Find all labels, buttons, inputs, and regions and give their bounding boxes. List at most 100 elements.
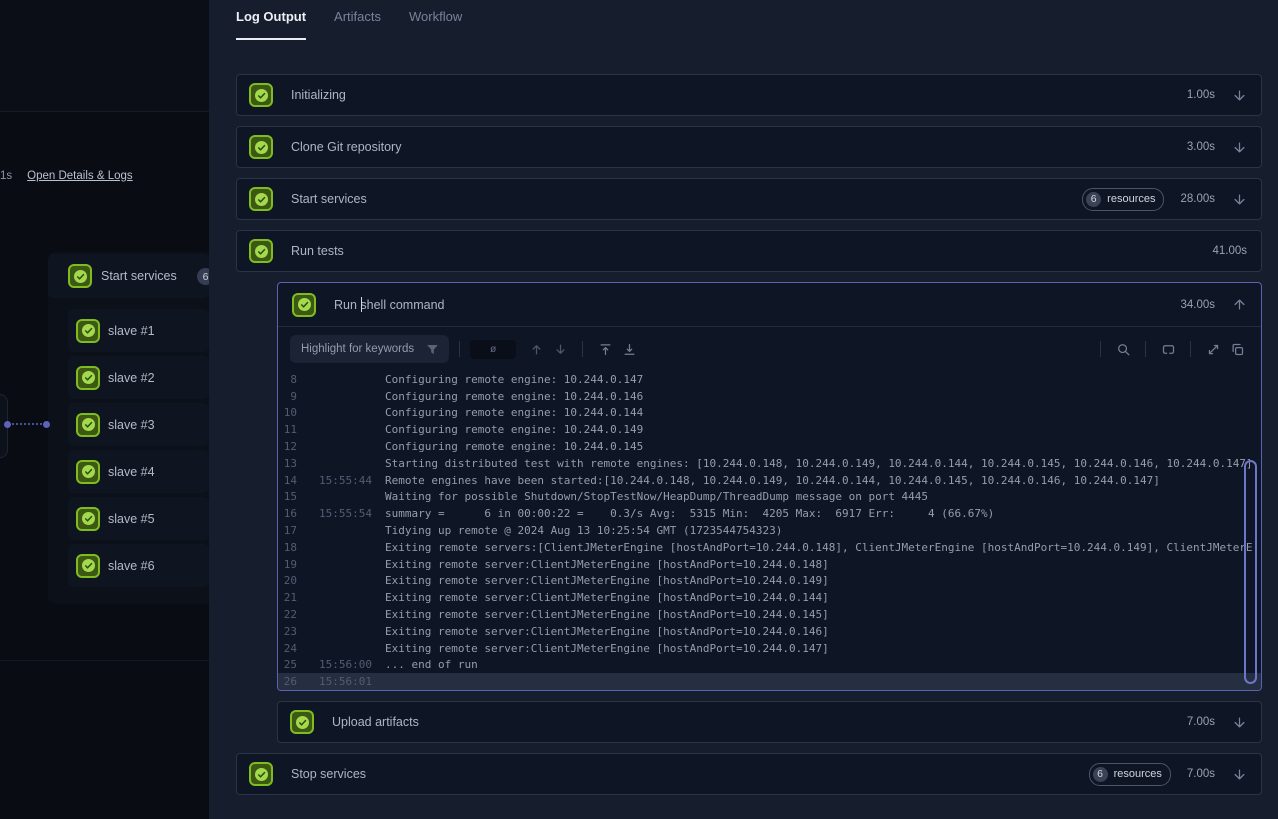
resources-label: resources (1107, 193, 1155, 205)
scroll-to-top-button[interactable] (593, 337, 617, 361)
log-line-number: 16 (278, 507, 297, 520)
toolbar-divider (1100, 341, 1101, 357)
node-label: slave #3 (108, 418, 155, 432)
node-count-badge: 6 (197, 268, 209, 285)
tab-workflow[interactable]: Workflow (409, 9, 462, 40)
scroll-to-bottom-button[interactable] (617, 337, 641, 361)
diagram-header-area (0, 0, 209, 112)
chevron-down-icon[interactable] (1231, 139, 1247, 155)
log-line: 17 Tidying up remote @ 2024 Aug 13 10:25… (278, 522, 1261, 539)
search-icon[interactable] (1111, 337, 1135, 361)
log-text: Tidying up remote @ 2024 Aug 13 10:25:54… (385, 524, 1261, 537)
workflow-execution-screen: 1s Open Details & Logs Start services 6 … (0, 0, 1278, 819)
match-counter: ø (470, 340, 516, 359)
duration-label: 3.00s (1187, 141, 1215, 153)
node-label: slave #6 (108, 559, 155, 573)
open-details-logs-link[interactable]: Open Details & Logs (27, 170, 132, 182)
log-line-number: 20 (278, 574, 297, 587)
expand-fullscreen-icon[interactable] (1201, 337, 1225, 361)
log-line-number: 23 (278, 625, 297, 638)
status-success-icon (76, 507, 100, 531)
resources-label: resources (1114, 768, 1162, 780)
log-toolbar: Highlight for keywords ø (278, 327, 1261, 371)
section-initializing[interactable]: Initializing 1.00s (236, 74, 1262, 116)
log-line: 14 15:55:44 Remote engines have been sta… (278, 472, 1261, 489)
chevron-down-icon[interactable] (1231, 766, 1247, 782)
log-scrollbar[interactable] (1244, 460, 1257, 684)
duration-label: 1.00s (1187, 89, 1215, 101)
tab-log-output[interactable]: Log Output (236, 9, 306, 40)
log-line: 8 Configuring remote engine: 10.244.0.14… (278, 371, 1261, 388)
diagram-meta-row: 1s Open Details & Logs (0, 170, 133, 182)
word-wrap-icon[interactable] (1156, 337, 1180, 361)
log-line-number: 14 (278, 474, 297, 487)
resources-count: 6 (1086, 192, 1101, 207)
section-start-services[interactable]: Start services 6 resources 28.00s (236, 178, 1262, 220)
log-text: Exiting remote server:ClientJMeterEngine… (385, 558, 1261, 571)
run-shell-command-header[interactable]: Run shell command 34.00s (278, 283, 1261, 327)
diagram-node-slave-5[interactable]: slave #5 (68, 497, 209, 540)
next-match-button[interactable] (548, 337, 572, 361)
node-label: Start services (101, 269, 177, 283)
highlight-keywords-label: Highlight for keywords (301, 343, 414, 355)
log-text: Exiting remote servers:[ClientJMeterEngi… (385, 541, 1261, 554)
chevron-up-icon[interactable] (1231, 297, 1247, 313)
diagram-node-slave-2[interactable]: slave #2 (68, 356, 209, 399)
section-upload-artifacts[interactable]: Upload artifacts 7.00s (277, 701, 1262, 743)
log-text: Exiting remote server:ClientJMeterEngine… (385, 591, 1261, 604)
section-meta: 6 resources 28.00s (1082, 188, 1247, 211)
log-line-number: 11 (278, 423, 297, 436)
diagram-node-slave-6[interactable]: slave #6 (68, 544, 209, 587)
diagram-node-start-services[interactable]: Start services 6 (48, 254, 209, 298)
status-success-icon (249, 762, 273, 786)
log-line-number: 17 (278, 524, 297, 537)
resources-badge: 6 resources (1089, 763, 1171, 786)
diagram-node-slave-3[interactable]: slave #3 (68, 403, 209, 446)
log-line-number: 24 (278, 642, 297, 655)
log-line: 24 Exiting remote server:ClientJMeterEng… (278, 640, 1261, 657)
log-timestamp: 15:55:44 (319, 474, 372, 487)
duration-label: 7.00s (1187, 768, 1215, 780)
log-text: Starting distributed test with remote en… (385, 457, 1261, 470)
log-line: 13 Starting distributed test with remote… (278, 455, 1261, 472)
status-success-icon (249, 239, 273, 263)
log-line: 12 Configuring remote engine: 10.244.0.1… (278, 438, 1261, 455)
diagram-edge (8, 423, 46, 425)
previous-match-button[interactable] (524, 337, 548, 361)
status-success-icon (68, 264, 92, 288)
section-clone-git-repository[interactable]: Clone Git repository 3.00s (236, 126, 1262, 168)
resources-badge: 6 resources (1082, 188, 1164, 211)
edge-endpoint-icon (4, 421, 11, 428)
chevron-down-icon[interactable] (1231, 714, 1247, 730)
log-text: ... end of run (385, 658, 1261, 671)
section-meta: 3.00s (1187, 139, 1247, 155)
tab-artifacts[interactable]: Artifacts (334, 9, 381, 40)
log-text: Configuring remote engine: 10.244.0.145 (385, 440, 1261, 453)
status-success-icon (292, 293, 316, 317)
diagram-node-slave-4[interactable]: slave #4 (68, 450, 209, 493)
section-label: Clone Git repository (291, 140, 1187, 154)
section-meta: 41.00s (1212, 245, 1247, 257)
chevron-down-icon[interactable] (1231, 87, 1247, 103)
section-stop-services[interactable]: Stop services 6 resources 7.00s (236, 753, 1262, 795)
section-label: Stop services (291, 767, 1089, 781)
section-meta: 1.00s (1187, 87, 1247, 103)
log-line: 11 Configuring remote engine: 10.244.0.1… (278, 421, 1261, 438)
section-label: Initializing (291, 88, 1187, 102)
step-label: Run shell command (334, 298, 1180, 312)
highlight-keywords-select[interactable]: Highlight for keywords (290, 335, 449, 363)
section-meta: 7.00s (1187, 714, 1247, 730)
copy-icon[interactable] (1225, 337, 1249, 361)
diagram-node-slave-1[interactable]: slave #1 (68, 309, 209, 352)
log-timestamp: 15:55:54 (319, 507, 372, 520)
duration-label: 28.00s (1180, 193, 1215, 205)
duration-label: 7.00s (1187, 716, 1215, 728)
toolbar-divider (1145, 341, 1146, 357)
log-line-number: 15 (278, 490, 297, 503)
log-line-number: 25 (278, 658, 297, 671)
log-timestamp: 15:56:00 (319, 658, 372, 671)
log-viewer: 8 Configuring remote engine: 10.244.0.14… (278, 371, 1261, 690)
chevron-down-icon[interactable] (1231, 191, 1247, 207)
section-run-tests[interactable]: Run tests 41.00s (236, 230, 1262, 272)
node-label: slave #2 (108, 371, 155, 385)
